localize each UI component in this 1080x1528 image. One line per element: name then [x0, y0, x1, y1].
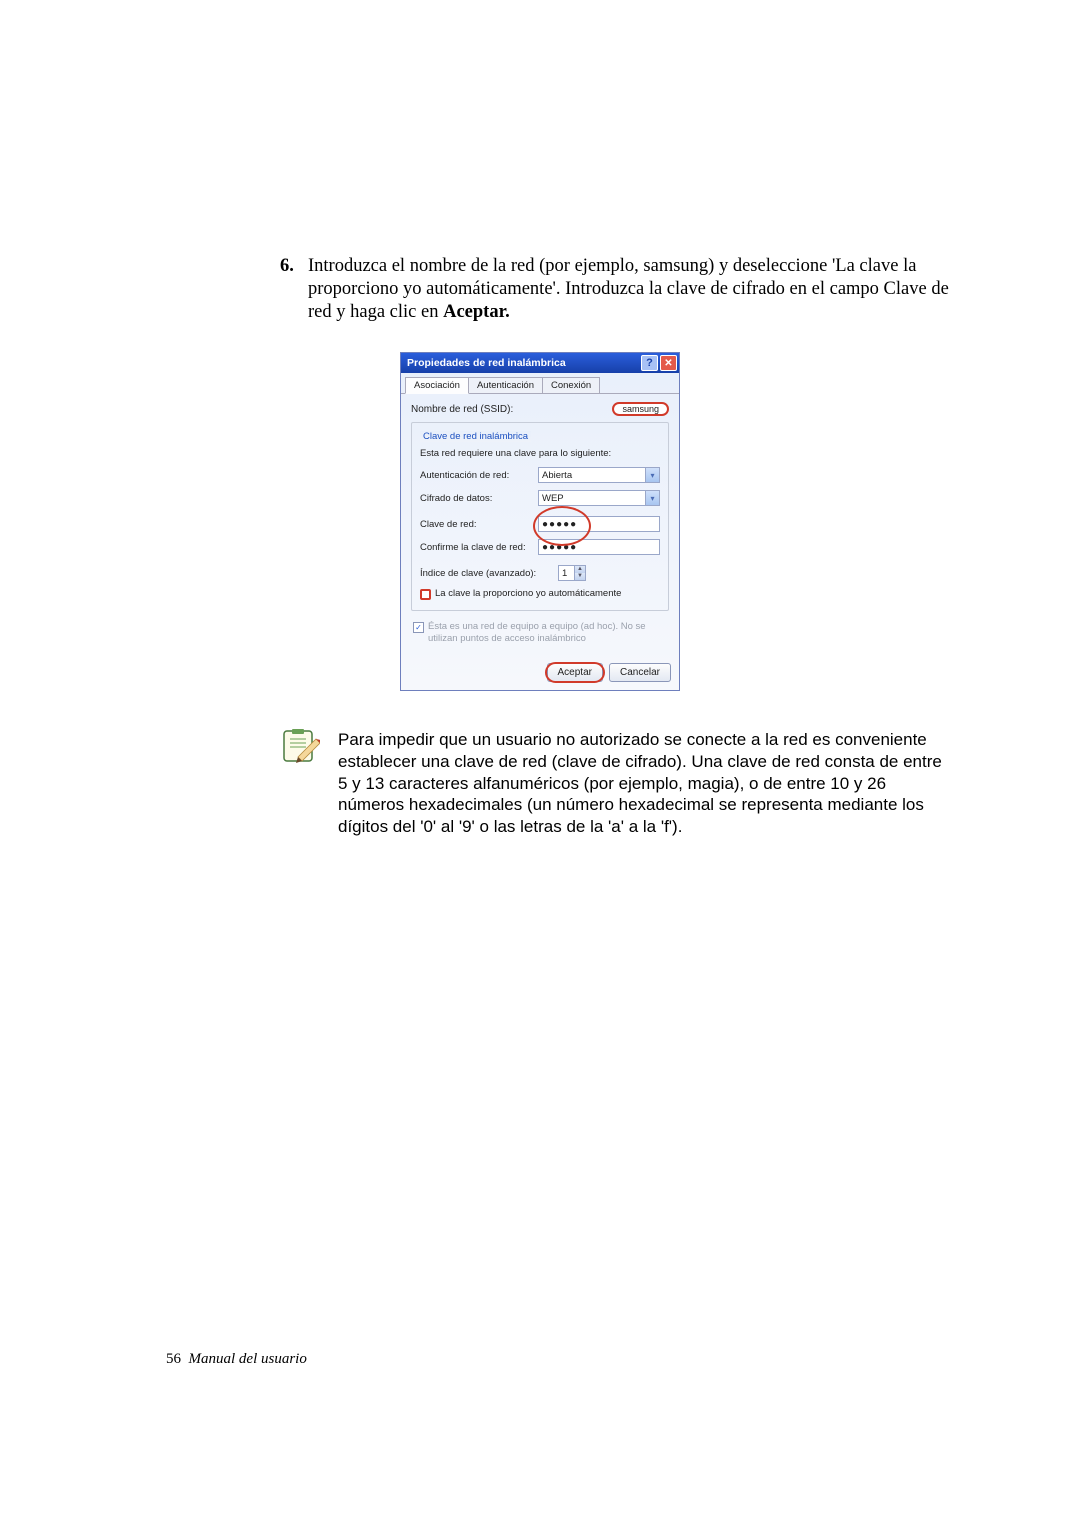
stepper-up-icon[interactable]: ▲ — [575, 566, 585, 573]
ok-button[interactable]: Aceptar — [547, 663, 603, 682]
step-text-bold: Aceptar. — [443, 302, 510, 322]
auth-label: Autenticación de red: — [420, 470, 538, 481]
tabs: Asociación Autenticación Conexión — [401, 373, 679, 394]
adhoc-label: Ésta es una red de equipo a equipo (ad h… — [428, 621, 667, 645]
tab-autenticacion[interactable]: Autenticación — [468, 377, 543, 393]
fieldset-legend: Clave de red inalámbrica — [420, 431, 531, 442]
key-index-value: 1 — [559, 566, 574, 580]
confirm-key-label: Confirme la clave de red: — [420, 542, 538, 553]
close-button[interactable]: ✕ — [660, 355, 677, 371]
page-number: 56 — [166, 1351, 181, 1367]
auto-key-checkbox[interactable] — [420, 589, 431, 600]
ssid-label: Nombre de red (SSID): — [411, 404, 612, 415]
wireless-key-fieldset: Clave de red inalámbrica Esta red requie… — [411, 422, 669, 611]
page-footer: 56 Manual del usuario — [166, 1351, 307, 1368]
ssid-input[interactable]: samsung — [612, 402, 669, 416]
cancel-button[interactable]: Cancelar — [609, 663, 671, 682]
help-button[interactable]: ? — [641, 355, 658, 371]
dialog-title: Propiedades de red inalámbrica — [407, 357, 566, 369]
ok-label: Aceptar — [558, 667, 592, 678]
note-icon — [280, 729, 320, 769]
confirm-key-input[interactable]: ●●●●● — [538, 539, 660, 555]
key-label: Clave de red: — [420, 519, 538, 530]
tab-asociacion[interactable]: Asociación — [405, 377, 469, 394]
chevron-down-icon: ▾ — [645, 491, 659, 505]
fieldset-text: Esta red requiere una clave para lo sigu… — [420, 448, 660, 459]
chevron-down-icon: ▾ — [645, 468, 659, 482]
footer-label: Manual del usuario — [189, 1351, 307, 1367]
auth-value: Abierta — [542, 470, 572, 481]
step-text-part: Introduzca el nombre de la red (por ejem… — [308, 256, 949, 322]
stepper-down-icon[interactable]: ▼ — [575, 573, 585, 580]
adhoc-checkbox[interactable]: ✓ — [413, 622, 424, 633]
tab-conexion[interactable]: Conexión — [542, 377, 600, 393]
cipher-value: WEP — [542, 493, 564, 504]
note-text: Para impedir que un usuario no autorizad… — [338, 729, 950, 838]
key-index-stepper[interactable]: 1 ▲ ▼ — [558, 565, 586, 581]
wireless-properties-dialog: Propiedades de red inalámbrica ? ✕ Asoci… — [400, 352, 680, 691]
dialog-titlebar: Propiedades de red inalámbrica ? ✕ — [401, 353, 679, 373]
auth-select[interactable]: Abierta ▾ — [538, 467, 660, 483]
cipher-label: Cifrado de datos: — [420, 493, 538, 504]
auto-key-label: La clave la proporciono yo automáticamen… — [435, 588, 621, 599]
cipher-select[interactable]: WEP ▾ — [538, 490, 660, 506]
step-text: Introduzca el nombre de la red (por ejem… — [308, 255, 950, 324]
network-key-input[interactable]: ●●●●● — [538, 516, 660, 532]
step-number: 6. — [280, 255, 308, 324]
index-label: Índice de clave (avanzado): — [420, 568, 558, 579]
